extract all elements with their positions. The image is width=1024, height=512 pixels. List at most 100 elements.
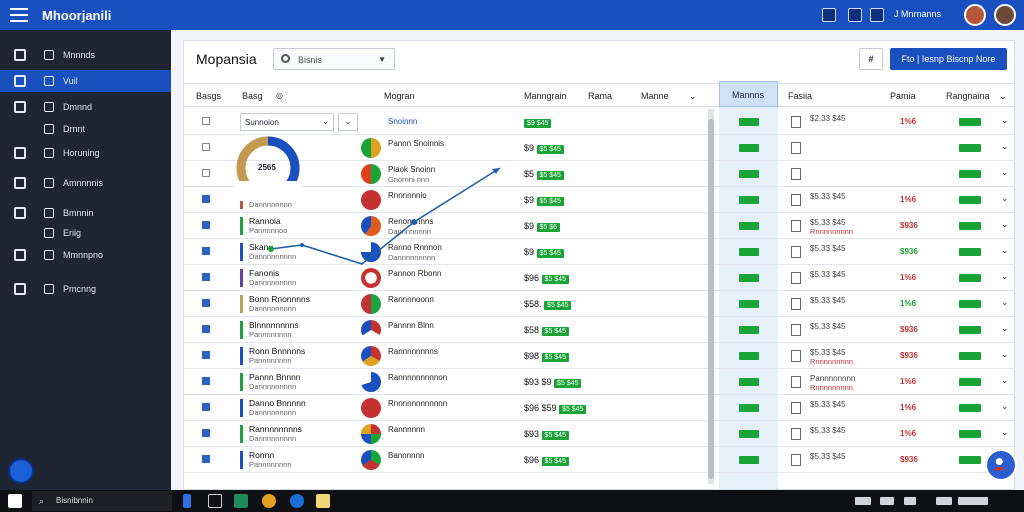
sidebar-item-chart[interactable]: Eriig — [0, 222, 171, 244]
sidebar-item-share[interactable]: Vuil — [0, 70, 171, 92]
table-row[interactable]: Bonn Rnonnnns Dannnnnnnnn Rannnnoonn $58… — [184, 291, 1014, 317]
doc-icon[interactable] — [791, 220, 801, 232]
grid-icon[interactable] — [848, 8, 862, 22]
primary-action-button[interactable]: Fto | Iesnp Biscnp Nore — [890, 48, 1007, 70]
chevron-down-icon[interactable]: ⌄ — [1001, 375, 1009, 386]
chevron-down-icon[interactable]: ⌄ — [1001, 323, 1009, 334]
row-checkbox[interactable] — [202, 325, 210, 333]
row-checkbox[interactable] — [202, 429, 210, 437]
folder-icon[interactable] — [316, 494, 330, 508]
column-header[interactable]: Fasiia — [788, 91, 812, 101]
column-header[interactable]: Manngrain — [524, 91, 567, 101]
company-name[interactable]: Pannn Snoinnis — [388, 139, 444, 148]
tray-icon[interactable] — [880, 497, 894, 505]
company-name[interactable]: Piaok Snoinn — [388, 165, 435, 174]
company-name[interactable]: Rannnnnnnnnon — [388, 373, 447, 382]
doc-icon[interactable] — [791, 324, 801, 336]
chevron-down-icon[interactable]: ⌄ — [1001, 219, 1009, 230]
company-name[interactable]: Pannnn Blnn — [388, 321, 434, 330]
sidebar-item-image[interactable]: Mmnnpno — [0, 244, 171, 266]
window-icon[interactable] — [208, 494, 222, 508]
filter-icon[interactable]: ◎ — [276, 91, 283, 100]
menu-icon[interactable] — [10, 8, 28, 22]
column-header[interactable]: Rama — [588, 91, 612, 101]
chevron-down-icon[interactable]: ⌄ — [1001, 167, 1009, 178]
user-name[interactable]: J Mnrnanns — [894, 9, 941, 19]
row-checkbox[interactable] — [202, 195, 210, 203]
tray-icon[interactable] — [936, 497, 952, 505]
column-header[interactable]: Basgs — [196, 91, 221, 101]
column-header[interactable]: Pamia — [890, 91, 916, 101]
chevron-down-icon[interactable]: ⌄ — [1001, 115, 1009, 126]
chevron-down-icon[interactable]: ⌄ — [1001, 297, 1009, 308]
filter-toggle-button[interactable]: ⌄ — [338, 113, 358, 131]
sidebar-item-doc[interactable]: Drnnt — [0, 118, 171, 140]
chevron-down-icon[interactable]: ⌄ — [1001, 245, 1009, 256]
filter-select[interactable]: Sunnoion ⌄ — [240, 113, 334, 131]
table-row[interactable]: Ronn Bnnnnns Pannnnnnnn Rannnnnnnns $98 … — [184, 343, 1014, 369]
table-row[interactable]: Piaok Snoinn Gnornni nnn $5 $5 $45 ⌄ — [184, 161, 1014, 187]
scrollbar-thumb[interactable] — [708, 119, 714, 479]
row-checkbox[interactable] — [202, 117, 210, 125]
table-row[interactable]: Skanu Dannnnnnnnn Ranno Rnnnon Dannnnnnn… — [184, 239, 1014, 265]
browser-icon[interactable] — [262, 494, 276, 508]
chevron-down-icon[interactable]: ⌄ — [1001, 349, 1009, 360]
row-checkbox[interactable] — [202, 403, 210, 411]
row-checkbox[interactable] — [202, 455, 210, 463]
row-checkbox[interactable] — [202, 169, 210, 177]
company-name[interactable]: Bannnnnn — [388, 451, 424, 460]
tray-icon[interactable] — [855, 497, 871, 505]
window-icon[interactable] — [822, 8, 836, 22]
sidebar-item-settings[interactable]: Horuning — [0, 142, 171, 164]
company-name[interactable]: Rannnnnnnns — [388, 347, 438, 356]
table-row[interactable]: Ronnn Pannnnnnnn Bannnnnn $96 $5 $45 $5.… — [184, 447, 1014, 473]
search-input[interactable]: Bisnis ▼ — [273, 48, 395, 70]
table-row[interactable]: Fanonis Dannnnnnnnn Pannon Rbonn $96 $5 … — [184, 265, 1014, 291]
tray-icon[interactable] — [904, 497, 916, 505]
sidebar-item-folder[interactable]: Bmnnin — [0, 202, 171, 224]
edit-icon[interactable] — [870, 8, 884, 22]
row-checkbox[interactable] — [202, 247, 210, 255]
app-icon[interactable] — [234, 494, 248, 508]
company-name[interactable]: Pannon Rbonn — [388, 269, 441, 278]
chevron-down-icon[interactable]: ⌄ — [689, 91, 697, 102]
doc-icon[interactable] — [791, 272, 801, 284]
company-name[interactable]: Ranno Rnnnon — [388, 243, 442, 252]
sidebar-item-table[interactable]: Dmnnd — [0, 96, 171, 118]
company-name[interactable]: Rnnnnnnio — [388, 191, 427, 200]
table-row[interactable]: Rannoia Pannnnnoo Renonnnnns Dannnnnnnn … — [184, 213, 1014, 239]
row-checkbox[interactable] — [202, 273, 210, 281]
row-checkbox[interactable] — [202, 299, 210, 307]
edge-icon[interactable] — [290, 494, 304, 508]
column-header[interactable]: Rangnaina — [946, 91, 990, 101]
doc-icon[interactable] — [791, 194, 801, 206]
chevron-down-icon[interactable]: ⌄ — [1001, 401, 1009, 412]
doc-icon[interactable] — [791, 402, 801, 414]
chevron-down-icon[interactable]: ⌄ — [1001, 193, 1009, 204]
taskbar-search[interactable]: ⌕ Bisnibnnin — [32, 491, 172, 511]
scrollbar[interactable] — [708, 109, 714, 484]
avatar-secondary[interactable] — [994, 4, 1016, 26]
hash-button[interactable]: # — [859, 48, 883, 70]
row-checkbox[interactable] — [202, 351, 210, 359]
floating-action-button[interactable] — [985, 449, 1017, 481]
doc-icon[interactable] — [791, 376, 801, 388]
company-name[interactable]: Renonnnnns — [388, 217, 433, 226]
row-checkbox[interactable] — [202, 377, 210, 385]
chevron-down-icon[interactable]: ⌄ — [1001, 427, 1009, 438]
table-row[interactable]: Danno Bnnnnn Dannnnnnnnn Rnnnnnnnnnnnn $… — [184, 395, 1014, 421]
start-icon[interactable] — [8, 494, 22, 508]
doc-icon[interactable] — [791, 428, 801, 440]
help-button[interactable] — [8, 458, 34, 484]
doc-icon[interactable] — [791, 350, 801, 362]
clock[interactable] — [958, 497, 988, 505]
row-checkbox[interactable] — [202, 143, 210, 151]
sidebar-item-home[interactable]: Mnnnds — [0, 44, 171, 66]
table-row[interactable]: Pannn Snoinnis $9 $5 $45 ⌄ — [184, 135, 1014, 161]
doc-icon[interactable] — [791, 142, 801, 154]
doc-icon[interactable] — [791, 246, 801, 258]
column-header-active[interactable]: Mannns — [719, 81, 778, 107]
task-view-icon[interactable] — [183, 494, 191, 508]
company-name[interactable]: Rannnnnn — [388, 425, 425, 434]
sidebar-item-location[interactable]: Amnnnnis — [0, 172, 171, 194]
